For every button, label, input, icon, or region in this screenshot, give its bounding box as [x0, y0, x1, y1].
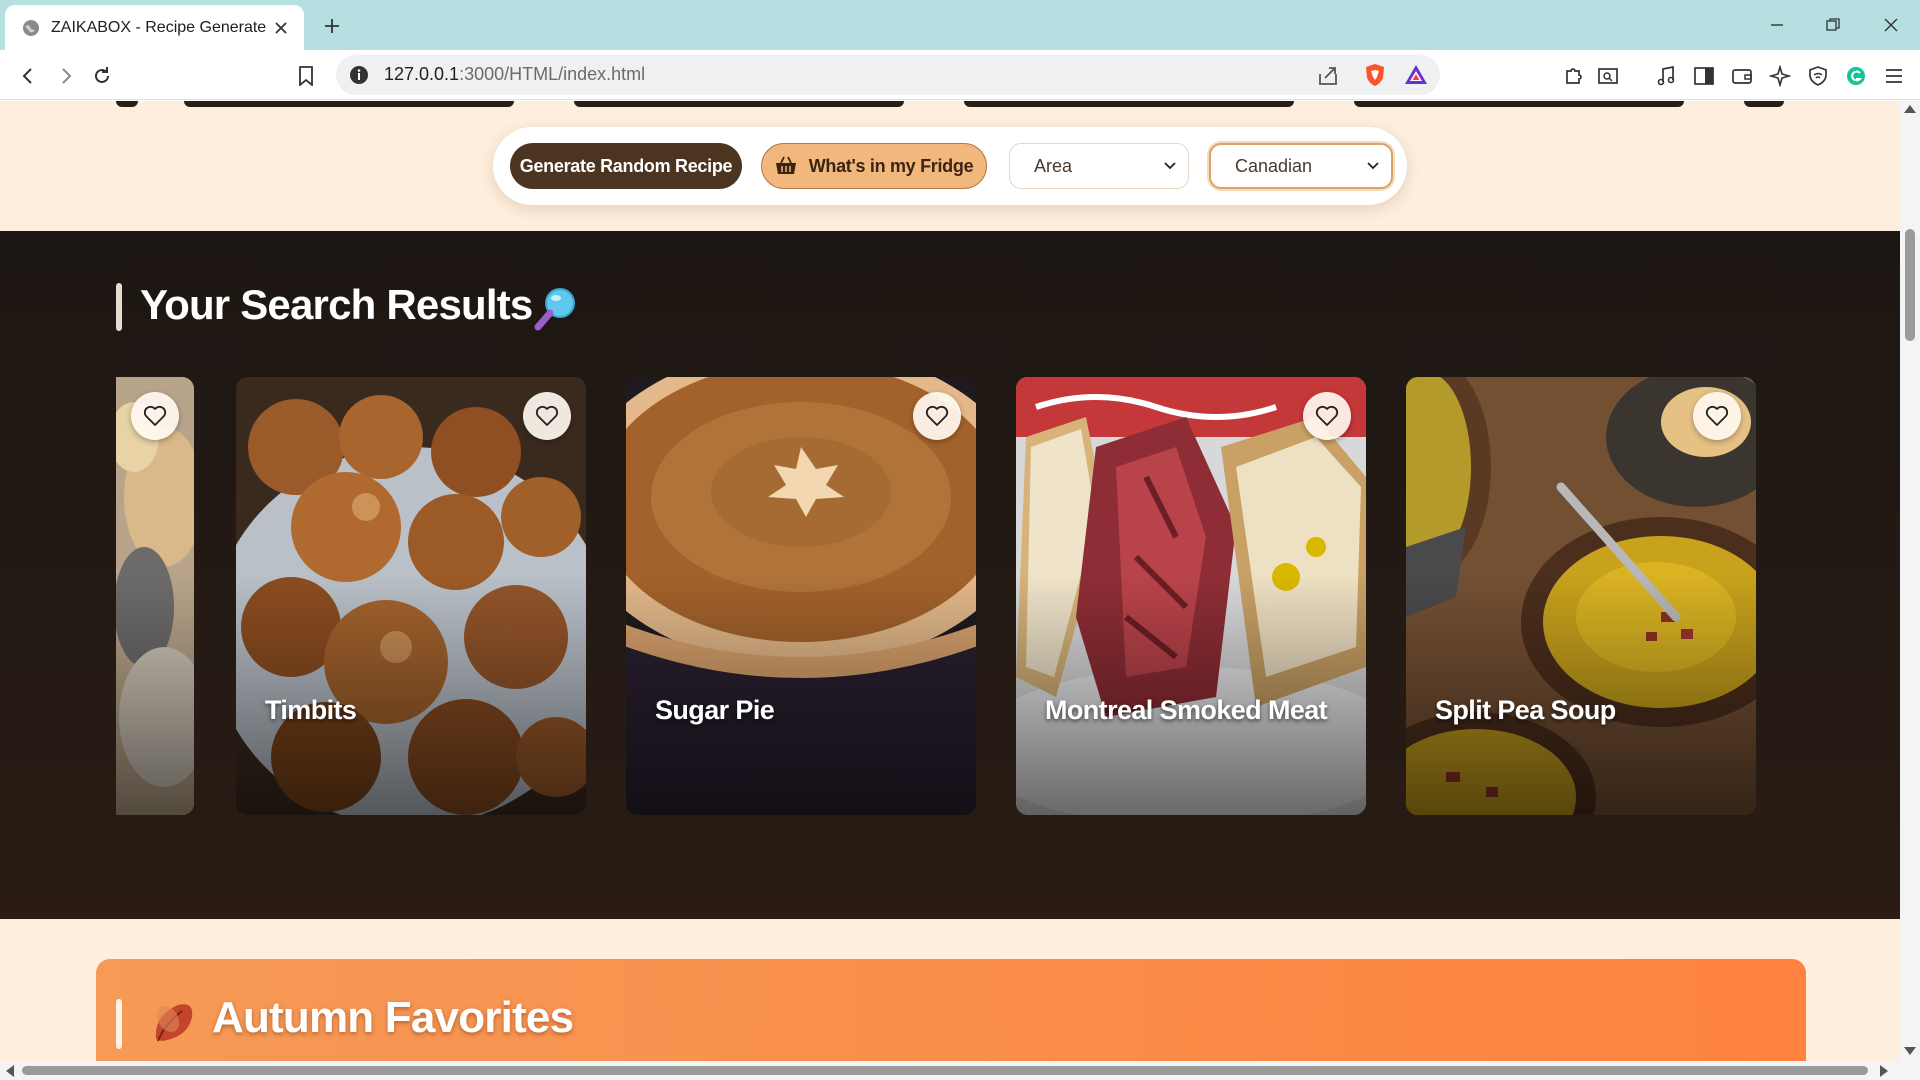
basket-icon	[775, 156, 796, 174]
card-overlay	[1016, 377, 1366, 815]
scroll-up-arrow[interactable]	[1904, 105, 1916, 113]
page-viewport: Generate Random Recipe What's in my Frid…	[0, 101, 1900, 1061]
magnifying-glass-icon	[534, 288, 575, 331]
brave-shield-icon[interactable]	[1362, 62, 1388, 88]
scroll-right-arrow[interactable]	[1880, 1065, 1888, 1077]
minimize-icon[interactable]	[1762, 10, 1792, 40]
recipe-controls-bar: Generate Random Recipe What's in my Frid…	[493, 127, 1407, 205]
menu-icon[interactable]	[1880, 62, 1908, 90]
recipe-card-title: Montreal Smoked Meat	[1045, 695, 1328, 725]
cuisine-select-value: Canadian	[1235, 155, 1313, 176]
vertical-scrollbar-thumb[interactable]	[1905, 229, 1915, 341]
extensions-icon[interactable]	[1560, 62, 1588, 90]
generate-random-recipe-button[interactable]: Generate Random Recipe	[510, 143, 742, 189]
forward-icon[interactable]	[52, 62, 80, 90]
card-overlay	[1406, 377, 1756, 815]
favorite-heart-button[interactable]	[913, 392, 961, 440]
back-icon[interactable]	[14, 62, 42, 90]
card-overlay	[626, 377, 976, 815]
favorite-heart-button[interactable]	[1303, 392, 1351, 440]
recipe-card[interactable]: Split Pea Soup	[1406, 377, 1756, 815]
globe-icon	[23, 19, 39, 36]
wallet-icon[interactable]	[1728, 62, 1756, 90]
heart-icon	[535, 405, 559, 426]
sidebar-icon[interactable]	[1690, 62, 1718, 90]
horizontal-scrollbar-thumb[interactable]	[22, 1066, 1868, 1075]
reload-icon[interactable]	[88, 62, 116, 90]
browser-tab-bar: ZAIKABOX - Recipe Generate	[0, 0, 1920, 50]
restore-icon[interactable]	[1818, 10, 1848, 40]
new-tab-icon[interactable]	[318, 12, 346, 40]
site-info-icon[interactable]	[348, 64, 370, 86]
heart-icon	[1315, 405, 1339, 426]
recipe-card[interactable]: Montreal Smoked Meat	[1016, 377, 1366, 815]
leo-ai-icon[interactable]	[1766, 62, 1794, 90]
card-overlay	[116, 377, 194, 815]
close-tab-icon[interactable]	[270, 17, 292, 39]
close-window-icon[interactable]	[1876, 10, 1906, 40]
recipe-card[interactable]	[116, 377, 194, 815]
bookmark-icon[interactable]	[292, 62, 320, 90]
favorite-heart-button[interactable]	[131, 392, 179, 440]
reader-mode-icon[interactable]	[1594, 62, 1622, 90]
recipe-card-title: Sugar Pie	[655, 695, 775, 725]
recipe-card[interactable]: Sugar Pie	[626, 377, 976, 815]
chevron-down-icon	[1164, 162, 1176, 170]
autumn-favorites-section: Autumn Favorites	[96, 959, 1806, 1061]
horizontal-scrollbar[interactable]	[0, 1061, 1920, 1080]
chevron-down-icon	[1367, 162, 1379, 170]
browser-tab[interactable]: ZAIKABOX - Recipe Generate	[5, 5, 304, 50]
cuisine-select[interactable]: Canadian	[1209, 143, 1393, 189]
recipe-card[interactable]: Timbits	[236, 377, 586, 815]
recipe-card-title: Timbits	[265, 695, 357, 725]
whats-in-my-fridge-button[interactable]: What's in my Fridge	[761, 143, 987, 189]
cut-off-card-strip	[116, 101, 1784, 107]
section-accent-bar	[116, 283, 122, 331]
section-accent-bar	[116, 999, 122, 1049]
favorite-heart-button[interactable]	[523, 392, 571, 440]
fallen-leaf-icon	[155, 1004, 193, 1042]
tab-title: ZAIKABOX - Recipe Generate	[51, 18, 267, 36]
card-overlay	[236, 377, 586, 815]
grammarly-icon[interactable]	[1842, 62, 1870, 90]
heart-icon	[1705, 405, 1729, 426]
vpn-shield-icon[interactable]	[1804, 62, 1832, 90]
search-results-section: Your Search Results Timbits Sugar Pie Mo…	[0, 231, 1900, 919]
autumn-favorites-title: Autumn Favorites	[212, 993, 574, 1042]
url-text[interactable]: 127.0.0.1:3000/HTML/index.html	[384, 64, 645, 85]
fridge-button-label: What's in my Fridge	[808, 155, 974, 176]
search-results-title: Your Search Results	[140, 281, 533, 328]
media-icon[interactable]	[1652, 62, 1680, 90]
browser-toolbar: 127.0.0.1:3000/HTML/index.html	[0, 50, 1920, 100]
favorite-heart-button[interactable]	[1693, 392, 1741, 440]
results-carousel[interactable]: Timbits Sugar Pie Montreal Smoked Meat S…	[116, 377, 1784, 815]
vertical-scrollbar[interactable]	[1900, 101, 1920, 1061]
scroll-left-arrow[interactable]	[6, 1065, 14, 1077]
recipe-card-title: Split Pea Soup	[1435, 695, 1616, 725]
heart-icon	[925, 405, 949, 426]
area-select[interactable]: Area	[1009, 143, 1189, 189]
heart-icon	[143, 405, 167, 426]
brave-rewards-icon[interactable]	[1404, 63, 1428, 87]
area-select-value: Area	[1034, 155, 1073, 176]
share-icon[interactable]	[1316, 64, 1340, 88]
address-bar[interactable]: 127.0.0.1:3000/HTML/index.html	[336, 55, 1440, 95]
scroll-down-arrow[interactable]	[1904, 1047, 1916, 1055]
